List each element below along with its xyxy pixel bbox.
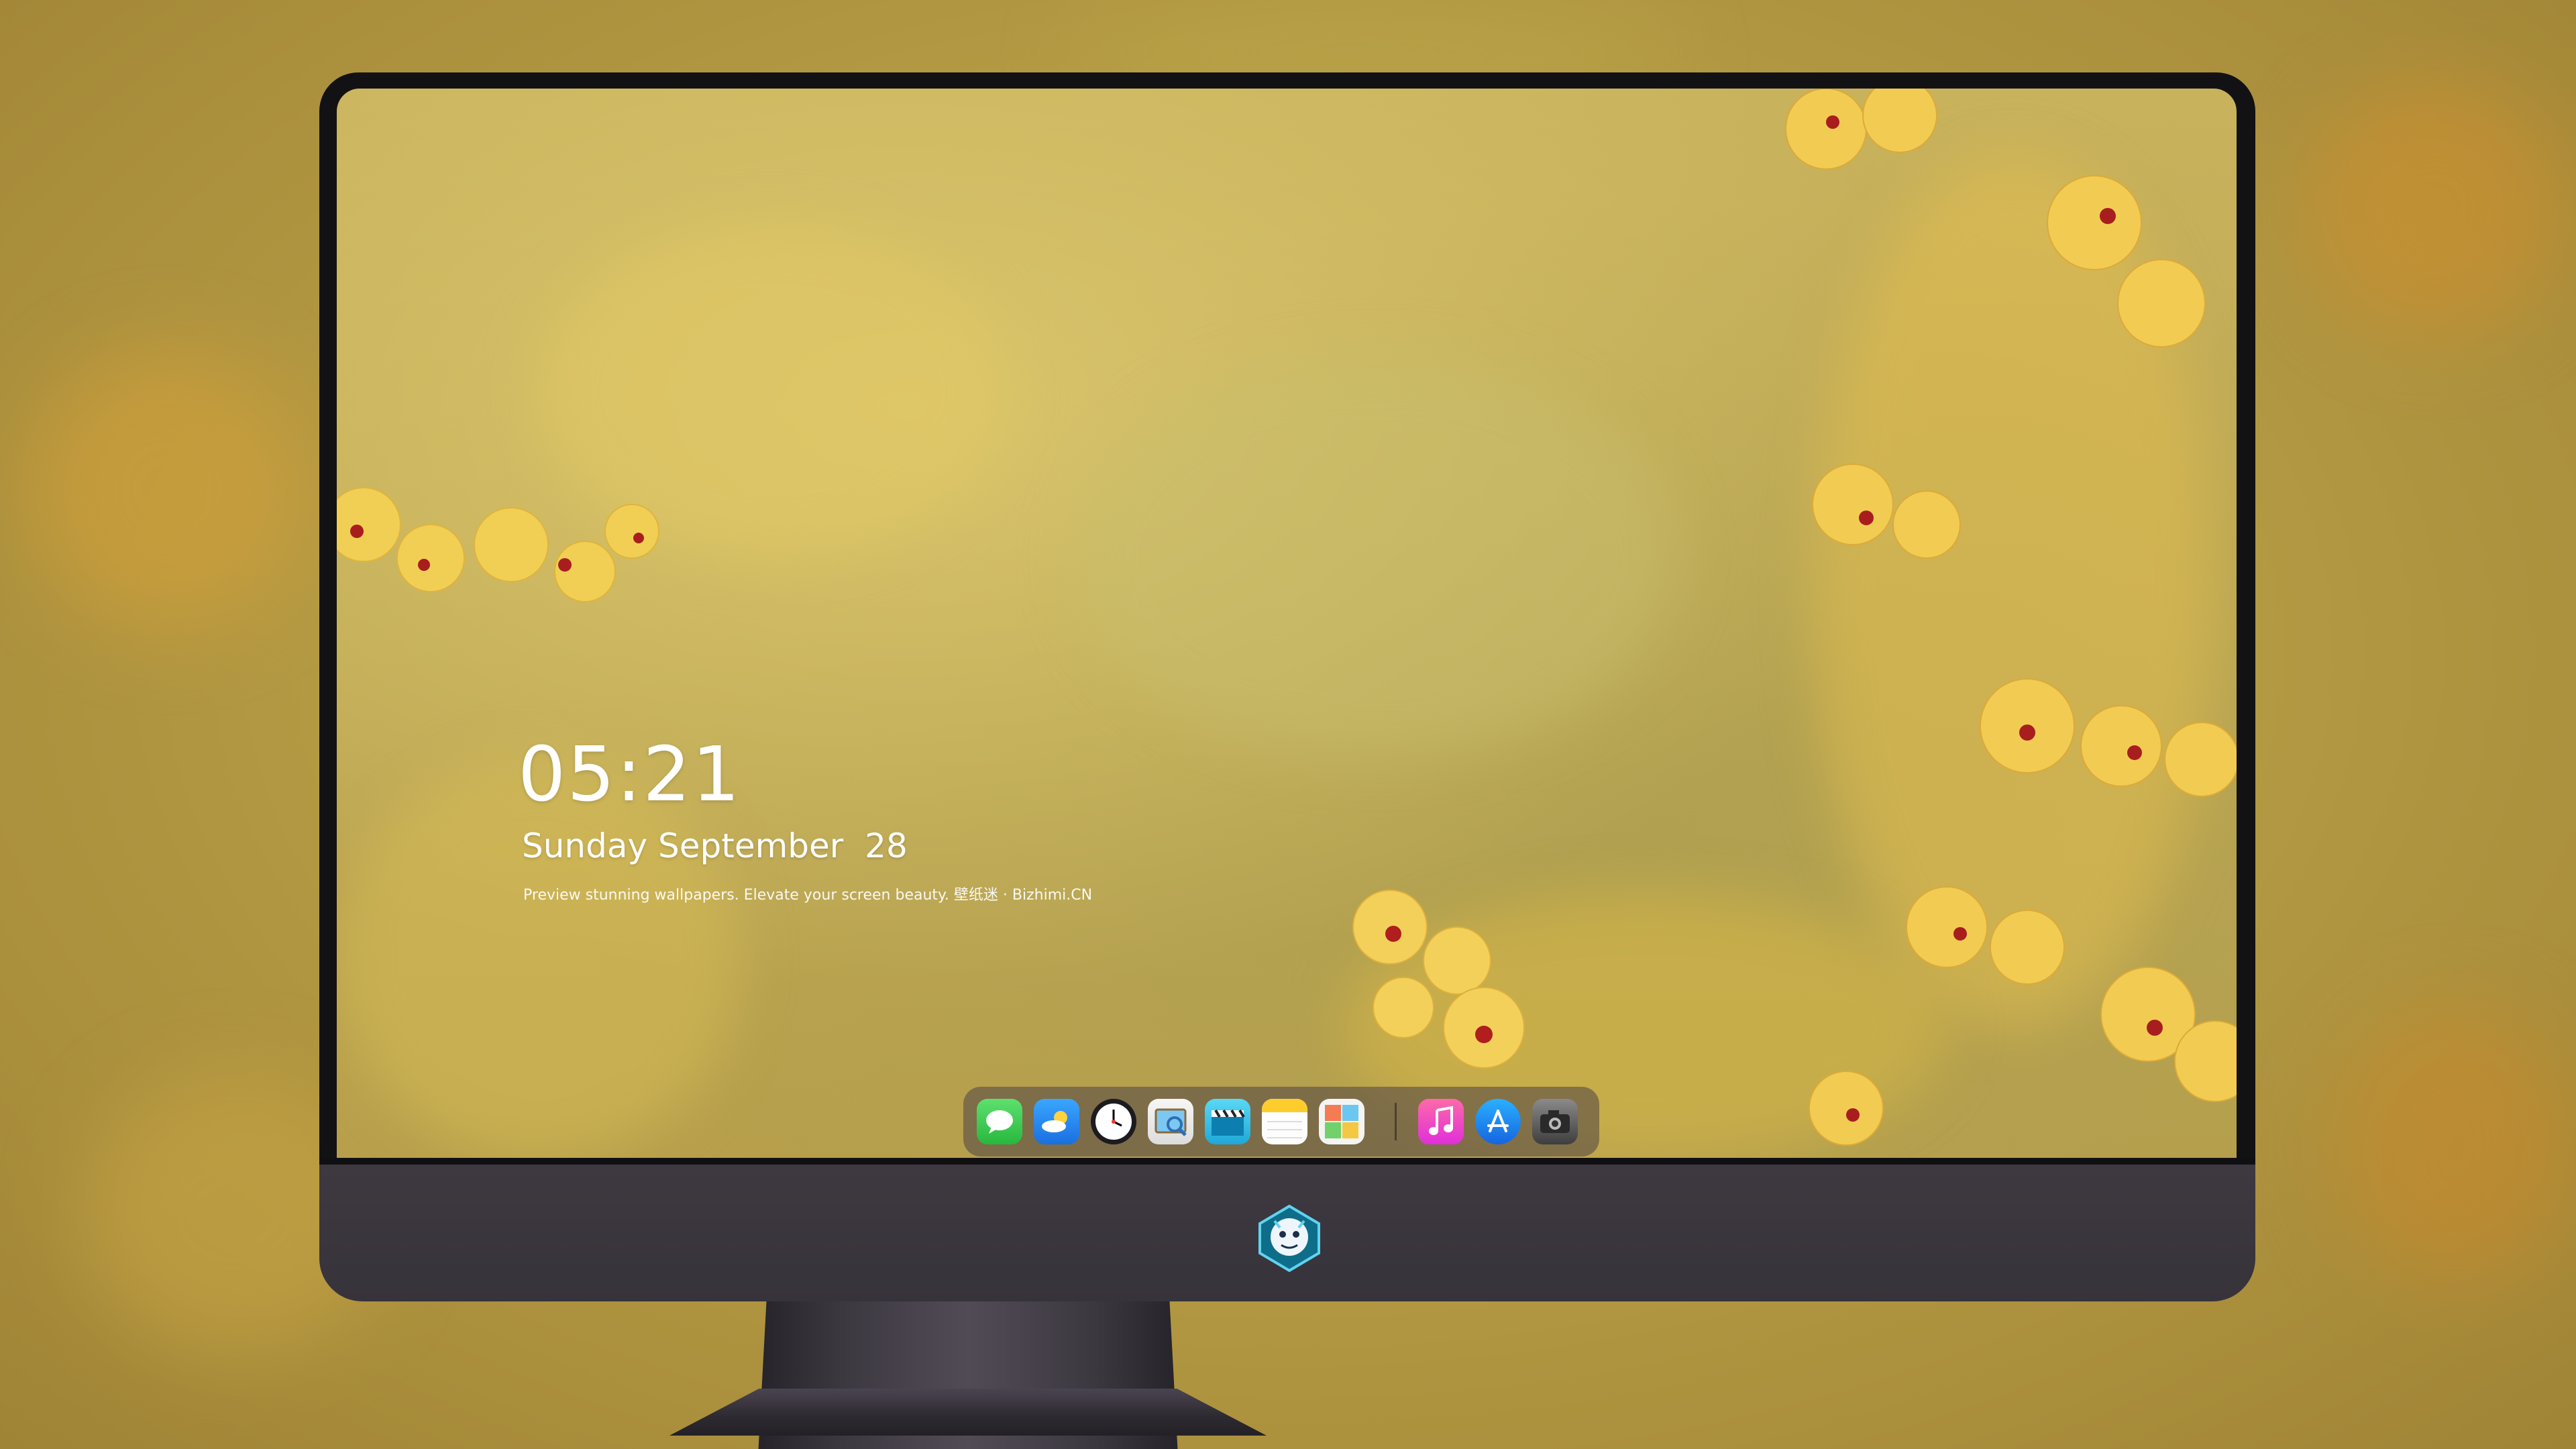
bg-flower-blur — [2308, 80, 2563, 335]
desktop-background: 05:21 Sunday September 28 Preview stunni… — [0, 0, 2576, 1449]
wallpaper-blur — [1075, 357, 1678, 759]
final-cut-icon[interactable] — [1205, 1099, 1250, 1144]
notes-icon[interactable] — [1262, 1099, 1307, 1144]
monitor: 05:21 Sunday September 28 Preview stunni… — [319, 72, 2255, 1449]
bg-flower-blur — [27, 349, 309, 631]
bg-flower-blur — [2334, 1006, 2576, 1288]
monitor-stand-base — [669, 1389, 1267, 1436]
music-icon[interactable] — [1418, 1099, 1464, 1144]
photo-booth-icon[interactable] — [1319, 1099, 1364, 1144]
app-store-icon[interactable] — [1475, 1099, 1521, 1144]
wallpaper-caption: Preview stunning wallpapers. Elevate you… — [523, 887, 1093, 904]
dragon-mascot-logo — [1258, 1204, 1320, 1273]
flower-cluster — [1352, 890, 1525, 1069]
lock-screen[interactable]: 05:21 Sunday September 28 Preview stunni… — [337, 89, 2237, 1158]
messages-icon[interactable] — [977, 1099, 1022, 1144]
wallpaper-blur — [337, 759, 739, 1158]
weather-icon[interactable] — [1034, 1099, 1079, 1144]
dock-separator — [1395, 1103, 1397, 1140]
preview-icon[interactable] — [1148, 1099, 1193, 1144]
lock-clock: 05:21 — [518, 731, 741, 818]
flower-cluster — [1785, 89, 2237, 1146]
flower-cluster — [337, 487, 659, 602]
clock-icon[interactable] — [1091, 1099, 1136, 1144]
dock — [963, 1087, 1599, 1157]
lock-date: Sunday September 28 — [522, 826, 908, 865]
camera-icon[interactable] — [1532, 1099, 1578, 1144]
